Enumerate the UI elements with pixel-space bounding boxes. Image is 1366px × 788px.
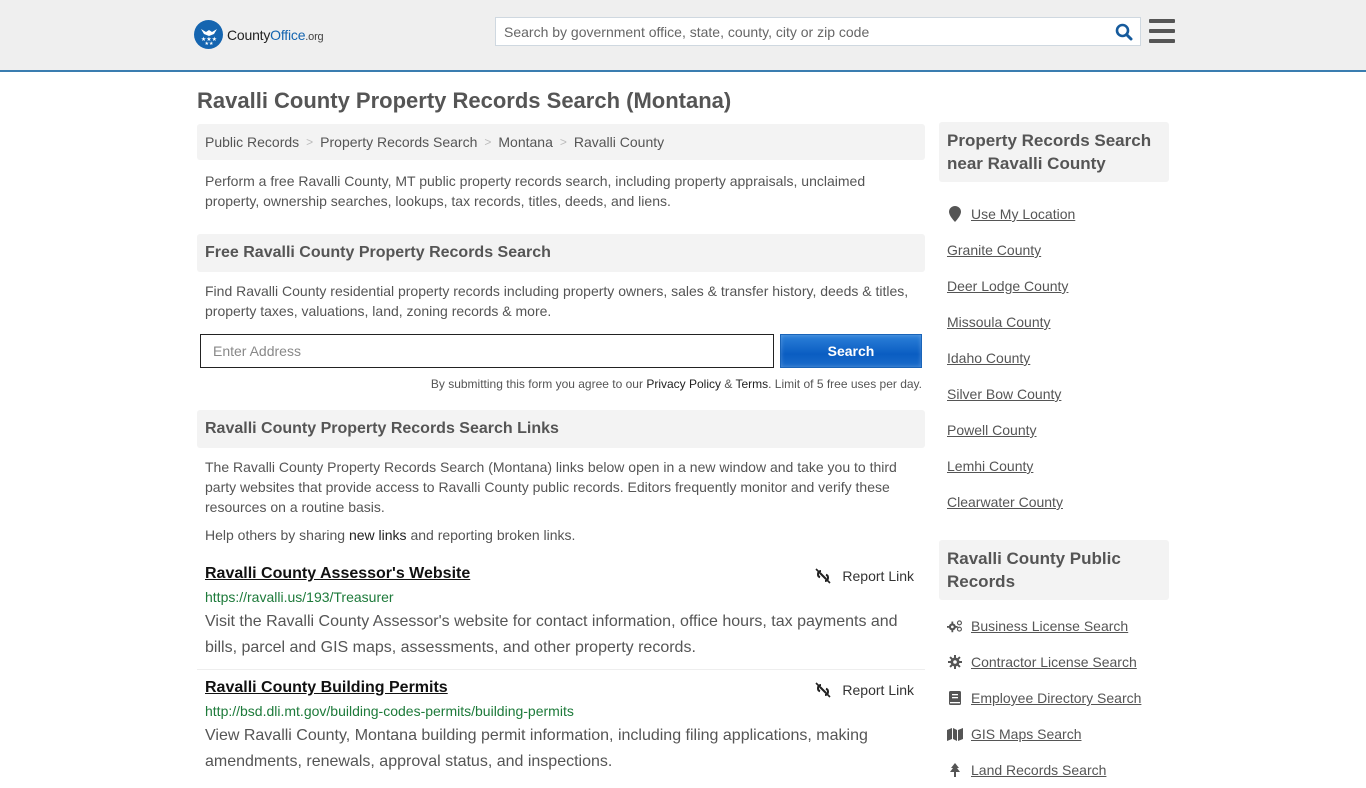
legal-notice: By submitting this form you agree to our… bbox=[430, 377, 922, 391]
breadcrumb-separator: > bbox=[306, 135, 314, 149]
page-title: Ravalli County Property Records Search (… bbox=[197, 88, 732, 113]
search-section-heading: Free Ravalli County Property Records Sea… bbox=[197, 234, 925, 272]
resource-link-item: Ravalli County Building Permits Report L… bbox=[197, 679, 925, 775]
breadcrumb-separator: > bbox=[484, 135, 492, 149]
employee-directory-search-link[interactable]: Employee Directory Search bbox=[971, 690, 1141, 706]
terms-link[interactable]: Terms bbox=[735, 377, 768, 391]
address-search-form: Search bbox=[197, 334, 925, 368]
search-button[interactable] bbox=[1108, 18, 1140, 45]
public-records-heading: Ravalli County Public Records bbox=[939, 540, 1169, 600]
gis-maps-search-link[interactable]: GIS Maps Search bbox=[971, 726, 1082, 742]
breadcrumb: Public Records > Property Records Search… bbox=[197, 124, 925, 160]
privacy-policy-link[interactable]: Privacy Policy bbox=[646, 377, 721, 391]
nearby-county-item: Silver Bow County bbox=[947, 376, 1169, 412]
resource-link-title[interactable]: Ravalli County Building Permits bbox=[205, 679, 448, 697]
nearby-county-link[interactable]: Silver Bow County bbox=[947, 386, 1061, 402]
resource-link-description: View Ravalli County, Montana building pe… bbox=[205, 727, 868, 770]
search-section-description: Find Ravalli County residential property… bbox=[205, 283, 909, 319]
nearby-heading: Property Records Search near Ravalli Cou… bbox=[939, 122, 1169, 182]
nearby-county-item: Missoula County bbox=[947, 304, 1169, 340]
public-record-item: GIS Maps Search bbox=[947, 716, 1169, 752]
intro-text: Perform a free Ravalli County, MT public… bbox=[205, 173, 866, 209]
public-records-list: Business License Search Contractor Licen… bbox=[939, 608, 1169, 788]
public-record-item: Land Records Search bbox=[947, 752, 1169, 788]
broken-link-icon bbox=[815, 568, 831, 584]
public-record-item: Employee Directory Search bbox=[947, 680, 1169, 716]
contractor-license-search-link[interactable]: Contractor License Search bbox=[971, 654, 1137, 670]
map-icon bbox=[947, 727, 963, 741]
cogs-icon bbox=[947, 619, 963, 633]
resource-link-url: http://bsd.dli.mt.gov/building-codes-per… bbox=[205, 703, 574, 719]
gear-icon bbox=[947, 655, 963, 669]
map-marker-icon bbox=[947, 206, 963, 222]
breadcrumb-public-records[interactable]: Public Records bbox=[205, 134, 299, 150]
breadcrumb-property-records-search[interactable]: Property Records Search bbox=[320, 134, 477, 150]
search-icon bbox=[1115, 23, 1133, 40]
nearby-county-link[interactable]: Powell County bbox=[947, 422, 1037, 438]
logo-wordmark: CountyOffice.org bbox=[227, 26, 324, 43]
report-link-button[interactable]: Report Link bbox=[815, 568, 914, 584]
use-my-location-link[interactable]: Use My Location bbox=[971, 206, 1075, 222]
breadcrumb-separator: > bbox=[559, 135, 567, 149]
nearby-county-item: Idaho County bbox=[947, 340, 1169, 376]
public-record-item: Contractor License Search bbox=[947, 644, 1169, 680]
nearby-county-link[interactable]: Missoula County bbox=[947, 314, 1051, 330]
site-header: ★★★ ★★ CountyOffice.org bbox=[0, 0, 1366, 72]
broken-link-icon bbox=[815, 682, 831, 698]
breadcrumb-ravalli-county[interactable]: Ravalli County bbox=[574, 134, 664, 150]
address-input[interactable] bbox=[200, 334, 774, 368]
tree-icon bbox=[947, 763, 963, 777]
breadcrumb-montana[interactable]: Montana bbox=[498, 134, 552, 150]
nearby-county-link[interactable]: Clearwater County bbox=[947, 494, 1063, 510]
resource-link-title[interactable]: Ravalli County Assessor's Website bbox=[205, 565, 470, 583]
resource-link-description: Visit the Ravalli County Assessor's webs… bbox=[205, 613, 898, 656]
site-logo[interactable]: ★★★ ★★ CountyOffice.org bbox=[194, 20, 324, 49]
main-content: Public Records > Property Records Search… bbox=[197, 124, 925, 775]
resource-link-item: Ravalli County Assessor's Website Report… bbox=[197, 565, 925, 670]
site-search bbox=[495, 17, 1141, 46]
resource-link-url: https://ravalli.us/193/Treasurer bbox=[205, 589, 394, 605]
nearby-county-link[interactable]: Lemhi County bbox=[947, 458, 1033, 474]
links-section-description: The Ravalli County Property Records Sear… bbox=[205, 459, 897, 515]
land-records-search-link[interactable]: Land Records Search bbox=[971, 762, 1106, 778]
new-links-link[interactable]: new links bbox=[349, 527, 407, 543]
nearby-county-item: Deer Lodge County bbox=[947, 268, 1169, 304]
hamburger-menu-icon[interactable] bbox=[1149, 19, 1175, 43]
sidebar: Property Records Search near Ravalli Cou… bbox=[939, 122, 1169, 788]
report-link-button[interactable]: Report Link bbox=[815, 682, 914, 698]
links-section-heading: Ravalli County Property Records Search L… bbox=[197, 410, 925, 448]
nearby-county-item: Lemhi County bbox=[947, 448, 1169, 484]
nearby-list: Use My Location Granite County Deer Lodg… bbox=[939, 196, 1169, 520]
site-search-input[interactable] bbox=[496, 18, 1108, 45]
nearby-county-link[interactable]: Deer Lodge County bbox=[947, 278, 1068, 294]
nearby-county-link[interactable]: Granite County bbox=[947, 242, 1041, 258]
nearby-county-item: Granite County bbox=[947, 232, 1169, 268]
business-license-search-link[interactable]: Business License Search bbox=[971, 618, 1128, 634]
svg-text:★★: ★★ bbox=[204, 41, 213, 46]
book-icon bbox=[947, 691, 963, 705]
nearby-county-item: Powell County bbox=[947, 412, 1169, 448]
use-my-location-item: Use My Location bbox=[947, 196, 1169, 232]
nearby-county-item: Clearwater County bbox=[947, 484, 1169, 520]
help-text: Help others by sharing new links and rep… bbox=[205, 527, 576, 543]
eagle-stars-icon: ★★★ ★★ bbox=[194, 20, 223, 49]
public-record-item: Business License Search bbox=[947, 608, 1169, 644]
address-search-button[interactable]: Search bbox=[780, 334, 922, 368]
nearby-county-link[interactable]: Idaho County bbox=[947, 350, 1030, 366]
